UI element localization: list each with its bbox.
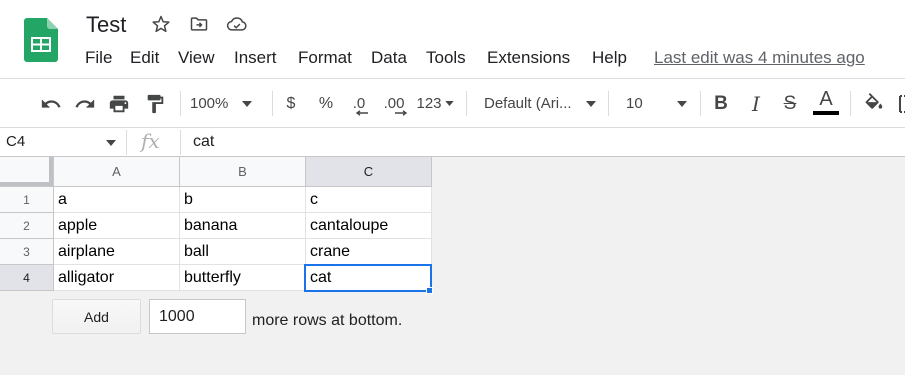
fx-icon: fx [141, 129, 160, 153]
cell-a1[interactable]: a [54, 187, 180, 213]
more-formats-button[interactable]: 123 [415, 79, 455, 128]
font-size-select[interactable]: 10 [626, 79, 690, 128]
more-formats-label: 123 [416, 95, 442, 112]
row-header-1[interactable]: 1 [0, 187, 54, 213]
select-all-corner[interactable] [0, 157, 54, 187]
chevron-down-icon [585, 100, 596, 107]
last-edit-link[interactable]: Last edit was 4 minutes ago [654, 48, 865, 68]
zoom-value: 100% [190, 95, 229, 112]
bold-button[interactable]: B [710, 79, 732, 128]
toolbar-divider [608, 91, 609, 116]
text-color-label: A [819, 88, 833, 110]
menu-bar: File Edit View Insert Format Data Tools … [85, 48, 627, 68]
spreadsheet-window: Test File Edit View Insert Format Data T… [0, 0, 905, 375]
print-icon[interactable] [106, 79, 132, 128]
menu-data[interactable]: Data [371, 48, 426, 68]
font-family-select[interactable]: Default (Ari... [484, 79, 598, 128]
row-header-2[interactable]: 2 [0, 213, 54, 239]
row-header-3[interactable]: 3 [0, 239, 54, 265]
cell-a2[interactable]: apple [54, 213, 180, 239]
cell-c4[interactable]: cat [306, 265, 432, 291]
add-rows-label: more rows at bottom. [252, 312, 403, 329]
menu-insert[interactable]: Insert [234, 48, 298, 68]
sheets-logo-icon[interactable] [24, 18, 58, 62]
add-rows-button[interactable]: Add [52, 299, 141, 334]
column-header-a[interactable]: A [54, 157, 180, 187]
formula-input[interactable]: cat [193, 133, 214, 151]
chevron-down-icon[interactable] [106, 140, 116, 146]
increase-decimal-button[interactable]: .00 [380, 79, 408, 128]
chevron-down-icon [242, 100, 253, 107]
menu-view[interactable]: View [178, 48, 234, 68]
title-icons [150, 13, 248, 35]
cell-b2[interactable]: banana [180, 213, 306, 239]
menu-format[interactable]: Format [298, 48, 371, 68]
cell-a3[interactable]: airplane [54, 239, 180, 265]
menu-help[interactable]: Help [592, 48, 627, 68]
chevron-down-icon [676, 100, 687, 107]
decrease-decimal-button[interactable]: .0 [347, 79, 371, 128]
cell-c3[interactable]: crane [306, 239, 432, 265]
font-size-value: 10 [626, 95, 643, 112]
toolbar-divider [850, 91, 851, 116]
cell-c2[interactable]: cantaloupe [306, 213, 432, 239]
text-color-swatch [813, 111, 839, 115]
menu-file[interactable]: File [85, 48, 130, 68]
formula-divider [180, 130, 181, 155]
text-color-button[interactable]: A [813, 79, 839, 128]
arrow-right-icon [395, 110, 408, 116]
toolbar-divider [180, 91, 181, 116]
italic-button[interactable]: I [745, 79, 767, 128]
borders-icon[interactable] [898, 79, 905, 128]
star-icon[interactable] [150, 13, 172, 35]
toolbar-divider [466, 91, 467, 116]
cell-b3[interactable]: ball [180, 239, 306, 265]
name-box[interactable]: C4 [6, 133, 25, 150]
toolbar-divider [700, 91, 701, 116]
fill-handle[interactable] [426, 287, 433, 294]
font-family-value: Default (Ari... [484, 95, 572, 112]
cell-b1[interactable]: b [180, 187, 306, 213]
redo-icon[interactable] [72, 79, 98, 128]
add-rows-count-input[interactable] [149, 299, 246, 334]
menu-tools[interactable]: Tools [426, 48, 487, 68]
strikethrough-button[interactable]: S [779, 79, 801, 128]
percent-format-button[interactable]: % [315, 79, 337, 128]
cloud-status-icon[interactable] [226, 13, 248, 35]
cell-b4[interactable]: butterfly [180, 265, 306, 291]
document-title[interactable]: Test [86, 12, 126, 38]
menu-extensions[interactable]: Extensions [487, 48, 592, 68]
currency-format-button[interactable]: $ [281, 79, 301, 128]
toolbar: 100% $ % .0 .00 123 Default (Ari... 10 B [0, 79, 905, 128]
paint-format-icon[interactable] [142, 79, 168, 128]
move-folder-icon[interactable] [188, 13, 210, 35]
column-header-c[interactable]: C [306, 157, 432, 187]
undo-icon[interactable] [38, 79, 64, 128]
cell-a4[interactable]: alligator [54, 265, 180, 291]
row-header-4[interactable]: 4 [0, 265, 54, 291]
formula-divider [126, 130, 127, 155]
menu-edit[interactable]: Edit [130, 48, 178, 68]
fill-color-icon[interactable] [862, 79, 886, 128]
arrow-left-icon [355, 110, 368, 116]
header: Test File Edit View Insert Format Data T… [0, 0, 905, 79]
zoom-select[interactable]: 100% [190, 79, 262, 128]
cell-c1[interactable]: c [306, 187, 432, 213]
formula-bar: C4 fx cat [0, 128, 905, 157]
toolbar-divider [272, 91, 273, 116]
column-header-b[interactable]: B [180, 157, 306, 187]
chevron-down-icon [444, 101, 454, 106]
